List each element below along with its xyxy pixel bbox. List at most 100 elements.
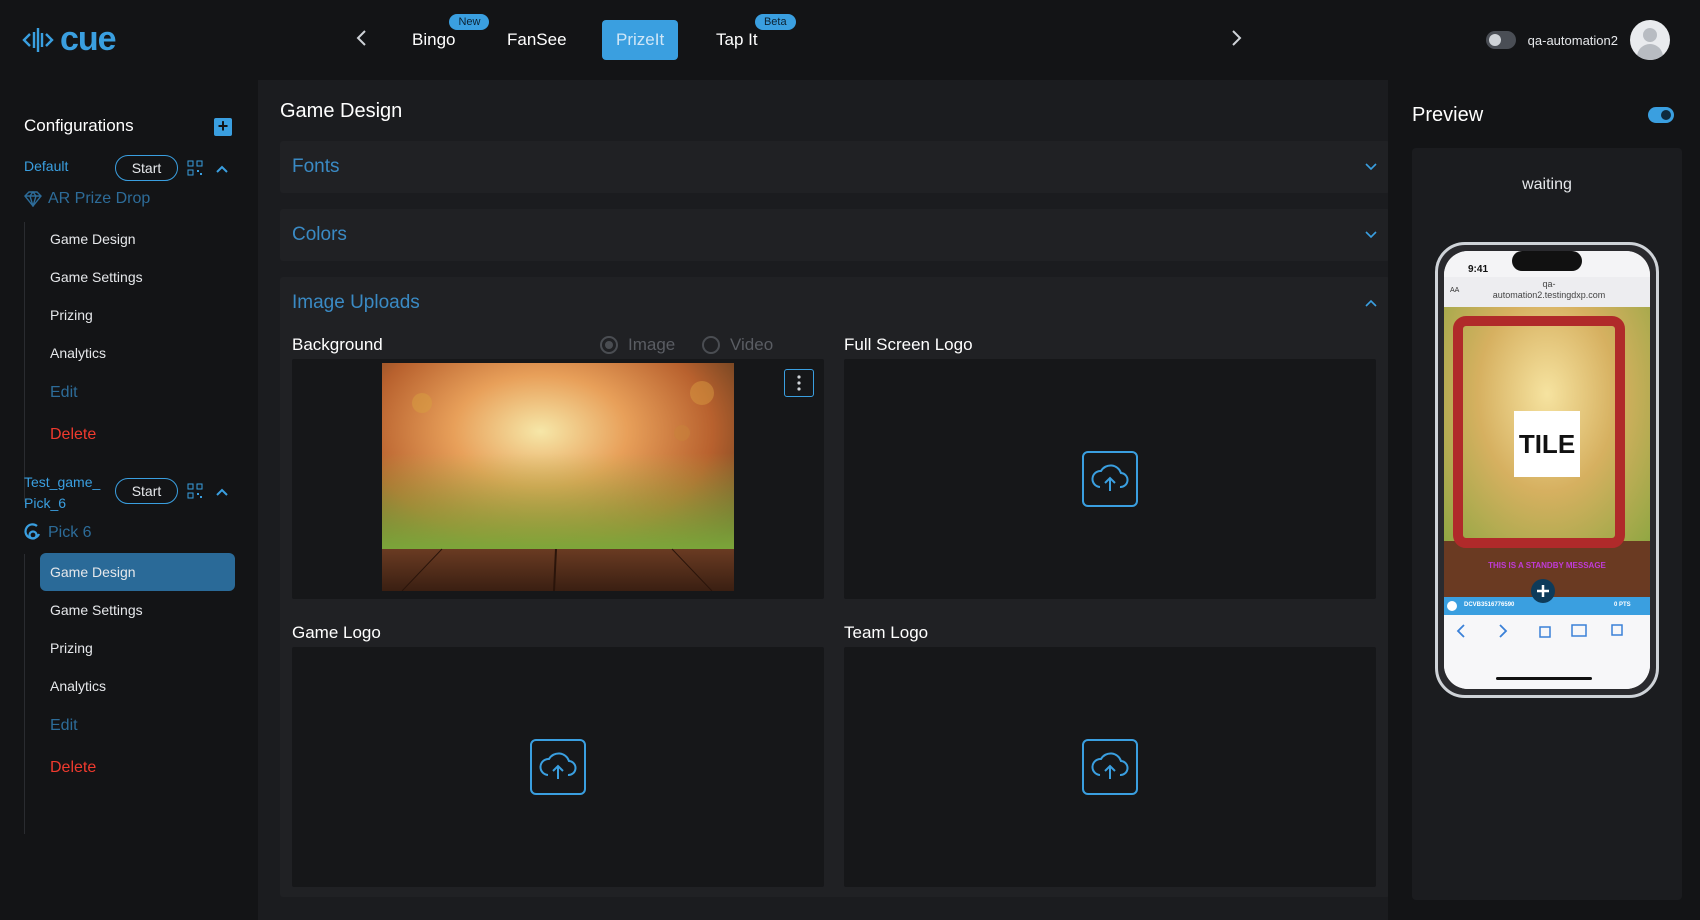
radio-button[interactable] — [600, 336, 618, 354]
game-logo-label: Game Logo — [292, 623, 381, 642]
start-button[interactable]: Start — [115, 478, 178, 504]
add-configuration-button[interactable]: + — [214, 117, 232, 136]
tab-label: FanSee — [507, 30, 567, 49]
accordion-label: Colors — [292, 224, 347, 245]
cue-logo[interactable]: cue — [22, 20, 117, 59]
forest-image — [382, 363, 734, 591]
pick-6-icon — [24, 523, 41, 540]
edit-button[interactable]: Edit — [40, 707, 235, 745]
kebab-icon — [797, 375, 801, 391]
background-label: Background — [292, 335, 383, 354]
theme-toggle[interactable] — [1485, 31, 1516, 49]
top-bar: cue Bingo New FanSee PrizeIt Tap It Beta… — [0, 0, 1700, 80]
soundwave-icon — [22, 27, 54, 52]
accordion-label: Image Uploads — [292, 292, 420, 313]
radio-image[interactable]: Image — [600, 335, 675, 355]
tile: TILE — [1514, 411, 1580, 477]
more-options-button[interactable] — [784, 369, 814, 397]
game-type-label: AR Prize Drop — [48, 190, 151, 207]
chevron-left-icon[interactable] — [354, 28, 368, 48]
preview-toggle[interactable] — [1648, 107, 1674, 123]
chevron-right-icon[interactable] — [1230, 28, 1244, 48]
phone-url-line2: automation2.testingdxp.com — [1492, 290, 1606, 300]
menu-item-analytics[interactable]: Analytics — [40, 667, 235, 705]
menu-item-game-settings[interactable]: Game Settings — [40, 258, 235, 296]
tab-label: Bingo — [412, 30, 456, 49]
qr-code-icon[interactable] — [187, 483, 203, 499]
page-title: Game Design — [280, 100, 403, 122]
game-type-ar-prize-drop: AR Prize Drop — [24, 190, 150, 208]
preview-status: waiting — [1522, 176, 1572, 193]
accordion-colors[interactable]: Colors — [280, 209, 1390, 261]
menu-item-prizing[interactable]: Prizing — [40, 296, 235, 334]
edit-button[interactable]: Edit — [40, 374, 235, 412]
config-name-line1: Test_game_ — [24, 474, 101, 490]
game-type-pick-6: Pick 6 — [24, 523, 92, 543]
phone-aa: AA — [1450, 287, 1460, 294]
cloud-upload-icon — [539, 752, 577, 779]
team-logo-upload-box[interactable] — [844, 647, 1376, 887]
chevron-up-icon[interactable] — [215, 485, 229, 499]
tab-label: Tap It — [716, 30, 758, 49]
qr-code-icon[interactable] — [187, 160, 203, 176]
phone-screen: 9:41 AA qa- automation2.testingdxp.com T… — [1444, 251, 1650, 689]
chevron-down-icon — [1365, 231, 1377, 239]
full-screen-logo-upload-box[interactable] — [844, 359, 1376, 599]
tab-tap-it[interactable]: Tap It Beta — [702, 14, 796, 60]
phone-url-line1: qa- — [1542, 279, 1556, 289]
logo-text: cue — [60, 20, 117, 58]
radio-video[interactable]: Video — [702, 335, 773, 355]
tab-bingo[interactable]: Bingo New — [398, 14, 490, 60]
tab-fansee[interactable]: FanSee — [493, 20, 581, 60]
accordion-label: Fonts — [292, 156, 340, 177]
standby-message: THIS IS A STANDBY MESSAGE — [1488, 561, 1606, 570]
game-type-label: Pick 6 — [48, 524, 92, 541]
delete-button[interactable]: Delete — [40, 749, 235, 787]
accordion-fonts[interactable]: Fonts — [280, 141, 1390, 193]
tab-label: PrizeIt — [616, 30, 665, 49]
config-name-test-game-pick-6[interactable]: Test_game_ Pick_6 — [24, 472, 100, 514]
preview-panel: Preview waiting 9:41 AA qa- automation2.… — [1388, 80, 1700, 920]
phone-mockup: 9:41 AA qa- automation2.testingdxp.com T… — [1435, 242, 1659, 698]
beta-badge: Beta — [754, 14, 796, 30]
upload-button[interactable] — [1082, 739, 1138, 795]
chevron-up-icon[interactable] — [215, 162, 229, 176]
full-screen-logo-label: Full Screen Logo — [844, 335, 973, 354]
start-button[interactable]: Start — [115, 155, 178, 181]
user-area: qa-automation2 — [1485, 20, 1670, 60]
chevron-down-icon — [1365, 163, 1377, 171]
avatar[interactable] — [1630, 20, 1670, 60]
radio-label: Video — [730, 335, 774, 354]
menu-item-game-design[interactable]: Game Design — [40, 220, 235, 258]
chevron-up-icon — [1365, 299, 1377, 307]
config-name-line2: Pick_6 — [24, 495, 67, 511]
phone-time: 9:41 — [1468, 264, 1489, 275]
menu-item-game-design[interactable]: Game Design — [40, 553, 235, 591]
cloud-upload-icon — [1091, 464, 1129, 491]
accordion-header[interactable]: Colors — [280, 209, 1390, 261]
delete-button[interactable]: Delete — [40, 416, 235, 454]
device-id: DCVB3516776590 — [1464, 602, 1515, 608]
sidebar: Configurations + Default Start AR Prize … — [0, 80, 258, 920]
tab-prizeit[interactable]: PrizeIt — [602, 20, 679, 60]
main-panel: Game Design Fonts Colors Image Uploads B… — [258, 80, 1394, 920]
tree-line — [24, 554, 25, 834]
menu-item-game-settings[interactable]: Game Settings — [40, 591, 235, 629]
menu-item-analytics[interactable]: Analytics — [40, 334, 235, 372]
menu-item-prizing[interactable]: Prizing — [40, 629, 235, 667]
upload-button[interactable] — [1082, 451, 1138, 507]
game-logo-upload-box[interactable] — [292, 647, 824, 887]
cloud-upload-icon — [1091, 752, 1129, 779]
background-upload-box[interactable] — [292, 359, 824, 599]
accordion-header[interactable]: Image Uploads — [280, 277, 1390, 329]
team-logo-label: Team Logo — [844, 623, 929, 642]
config-name-default[interactable]: Default — [24, 156, 68, 177]
points: 0 PTS — [1614, 602, 1631, 608]
background-image-thumbnail — [382, 363, 734, 591]
upload-button[interactable] — [530, 739, 586, 795]
diamond-icon — [24, 191, 42, 207]
new-badge: New — [449, 14, 490, 30]
radio-button[interactable] — [702, 336, 720, 354]
preview-title: Preview — [1412, 104, 1484, 126]
accordion-header[interactable]: Fonts — [280, 141, 1390, 193]
